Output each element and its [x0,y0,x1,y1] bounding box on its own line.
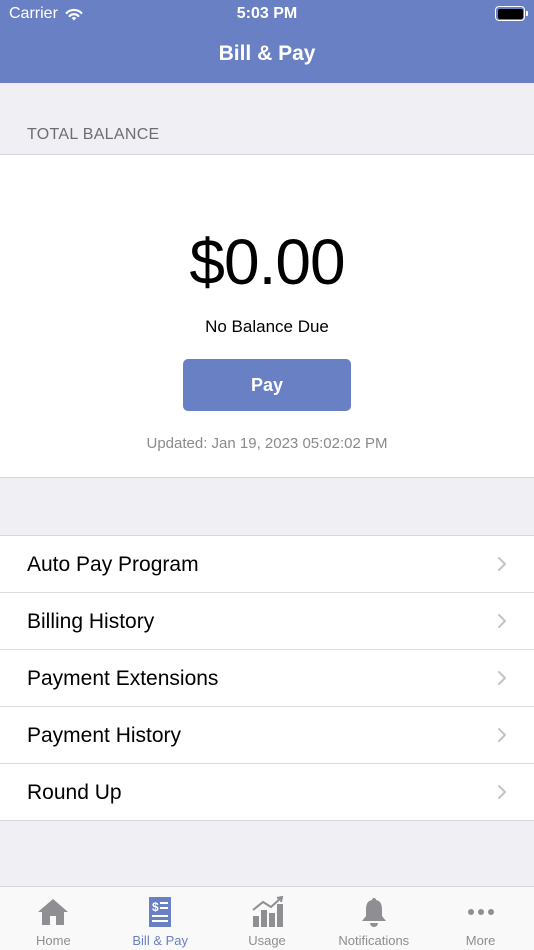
total-balance-label: TOTAL BALANCE [27,126,160,143]
tab-label: Bill & Pay [132,933,189,948]
menu-item-round-up[interactable]: Round Up [0,764,534,820]
chevron-right-icon [498,671,506,685]
chevron-right-icon [498,728,506,742]
menu-item-label: Billing History [27,610,155,633]
home-icon [38,899,69,925]
battery-icon [495,6,528,21]
page-title: Bill & Pay [218,42,316,65]
tab-label: Home [36,933,71,948]
tab-label: Usage [248,933,286,948]
svg-text:$: $ [152,900,159,914]
tab-home[interactable]: Home [0,887,107,950]
updated-timestamp: Updated: Jan 19, 2023 05:02:02 PM [146,435,388,452]
menu-item-label: Round Up [27,781,122,804]
chevron-right-icon [498,557,506,571]
bill-icon: $ [149,897,172,927]
pay-button[interactable]: Pay [183,359,351,411]
tab-label: Notifications [338,933,410,948]
status-bar: Carrier 5:03 PM [0,0,534,28]
status-time: 5:03 PM [236,5,298,22]
tab-label: More [465,933,496,948]
tab-bar: Home $ Bill & Pay Usage Notifications Mo… [0,886,534,950]
more-icon [467,909,494,915]
balance-amount: $0.00 [189,226,345,298]
tab-notifications[interactable]: Notifications [320,887,427,950]
balance-card: $0.00 No Balance Due Pay Updated: Jan 19… [0,154,534,478]
menu-item-auto-pay[interactable]: Auto Pay Program [0,536,534,593]
bell-icon [361,898,386,927]
navigation-bar: Carrier 5:03 PM Bill & Pay [0,0,534,83]
tab-usage[interactable]: Usage [214,887,321,950]
tab-more[interactable]: More [427,887,534,950]
balance-status: No Balance Due [205,317,329,336]
menu-item-billing-history[interactable]: Billing History [0,593,534,650]
chevron-right-icon [498,614,506,628]
tab-bill-pay[interactable]: $ Bill & Pay [107,887,214,950]
chevron-right-icon [498,785,506,799]
menu-item-label: Payment History [27,724,182,747]
menu-item-payment-history[interactable]: Payment History [0,707,534,764]
menu-item-label: Payment Extensions [27,667,219,690]
menu-item-payment-extensions[interactable]: Payment Extensions [0,650,534,707]
menu-item-label: Auto Pay Program [27,553,199,576]
billing-menu: Auto Pay Program Billing History Payment… [0,535,534,821]
usage-chart-icon [252,896,284,927]
